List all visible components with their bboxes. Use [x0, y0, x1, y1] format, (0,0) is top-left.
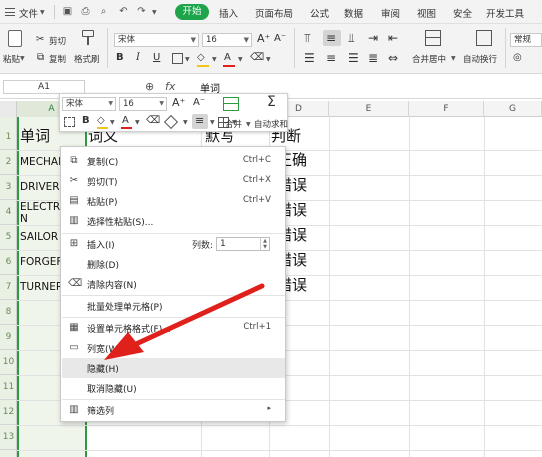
annotation-arrow-head: [104, 332, 144, 360]
annotation-arrow-shaft: [133, 283, 265, 347]
annotation-arrow: [104, 283, 265, 360]
